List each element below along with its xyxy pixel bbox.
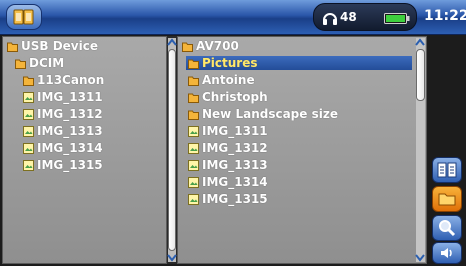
list-item[interactable]: IMG_1313 bbox=[188, 158, 268, 172]
speaker-icon bbox=[441, 248, 452, 258]
list-item[interactable]: IMG_1311 bbox=[23, 90, 103, 104]
image-file-icon bbox=[188, 193, 199, 205]
list-item[interactable]: New Landscape size bbox=[188, 107, 338, 121]
list-item[interactable]: IMG_1312 bbox=[23, 107, 103, 121]
list-item[interactable]: DCIM bbox=[15, 56, 64, 70]
dual-panel-button[interactable] bbox=[432, 157, 462, 183]
folder-icon bbox=[23, 76, 34, 86]
folder-browser-icon bbox=[13, 9, 34, 25]
list-item[interactable]: IMG_1312 bbox=[188, 141, 268, 155]
image-file-icon bbox=[188, 176, 199, 188]
list-item-selected[interactable]: Pictures bbox=[186, 56, 412, 70]
status-group: 48 bbox=[313, 3, 417, 31]
image-file-icon bbox=[188, 159, 199, 171]
folder-icon bbox=[182, 42, 193, 52]
right-file-panel[interactable]: AV700 Pictures Antoine Christoph New Lan… bbox=[177, 36, 427, 264]
folder-button[interactable] bbox=[432, 186, 462, 212]
list-item[interactable]: AV700 bbox=[182, 39, 239, 53]
dual-panel-icon bbox=[437, 162, 457, 178]
list-item[interactable]: USB Device bbox=[7, 39, 98, 53]
volume-level: 48 bbox=[340, 10, 357, 24]
image-file-icon bbox=[23, 125, 34, 137]
search-icon bbox=[439, 220, 456, 237]
image-file-icon bbox=[23, 108, 34, 120]
list-item[interactable]: IMG_1315 bbox=[23, 158, 103, 172]
folder-icon bbox=[188, 110, 199, 120]
folder-icon bbox=[438, 193, 456, 206]
image-file-icon bbox=[188, 142, 199, 154]
right-scrollbar[interactable] bbox=[415, 38, 425, 262]
list-item[interactable]: Christoph bbox=[188, 90, 268, 104]
scroll-down-arrow-icon[interactable] bbox=[167, 253, 177, 262]
list-item[interactable]: IMG_1311 bbox=[188, 124, 268, 138]
folder-icon bbox=[15, 59, 26, 69]
folder-icon bbox=[188, 93, 199, 103]
scroll-up-arrow-icon[interactable] bbox=[167, 38, 177, 47]
scroll-down-arrow-icon[interactable] bbox=[415, 253, 425, 262]
headphone-icon bbox=[323, 13, 337, 25]
top-bar: 48 11:22 bbox=[0, 0, 466, 35]
volume-button[interactable] bbox=[432, 242, 462, 264]
scroll-up-arrow-icon[interactable] bbox=[415, 38, 425, 47]
image-file-icon bbox=[23, 159, 34, 171]
left-file-panel[interactable]: USB Device DCIM 113Canon IMG_1311 IMG_13… bbox=[2, 36, 167, 264]
left-scrollbar[interactable] bbox=[167, 38, 177, 262]
browser-button[interactable] bbox=[6, 4, 42, 30]
image-file-icon bbox=[23, 142, 34, 154]
list-item[interactable]: IMG_1313 bbox=[23, 124, 103, 138]
list-item[interactable]: Antoine bbox=[188, 73, 255, 87]
left-scrollbar-thumb[interactable] bbox=[168, 49, 176, 251]
list-item[interactable]: 113Canon bbox=[23, 73, 104, 87]
list-item[interactable]: IMG_1314 bbox=[23, 141, 103, 155]
right-scrollbar-thumb[interactable] bbox=[416, 49, 425, 101]
image-file-icon bbox=[188, 125, 199, 137]
folder-icon bbox=[188, 76, 199, 86]
folder-icon bbox=[188, 59, 199, 69]
image-file-icon bbox=[23, 91, 34, 103]
clock: 11:22 bbox=[424, 8, 466, 24]
list-item[interactable]: IMG_1314 bbox=[188, 175, 268, 189]
search-button[interactable] bbox=[432, 215, 462, 241]
folder-icon bbox=[7, 42, 18, 52]
battery-icon bbox=[384, 13, 410, 24]
panel-splitter bbox=[167, 36, 177, 264]
list-item[interactable]: IMG_1315 bbox=[188, 192, 268, 206]
